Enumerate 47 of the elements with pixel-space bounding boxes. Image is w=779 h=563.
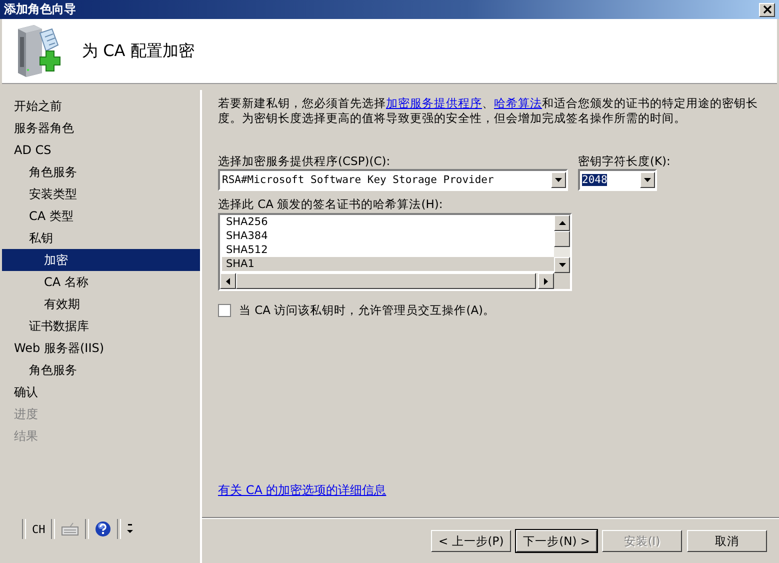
close-icon <box>762 5 772 14</box>
dropdown-arrow-icon <box>644 178 651 182</box>
keyboard-icon[interactable] <box>61 522 80 536</box>
intro-paragraph: 若要新建私钥，您必须首先选择加密服务提供程序、哈希算法和适合您颁发的证书的特定用途的密钥长度。为密钥长度选择更高的值将导致更强的安全性，但会增加完成签名操作所需的时间。 <box>218 96 759 126</box>
close-button[interactable] <box>759 2 775 16</box>
sidebar-item[interactable]: 开始之前 <box>2 95 200 117</box>
checkbox[interactable] <box>218 304 231 317</box>
sidebar-item[interactable]: 安装类型 <box>2 183 200 205</box>
intro-link[interactable]: 加密服务提供程序 <box>386 96 482 110</box>
scroll-left-icon <box>226 278 230 284</box>
wizard-button[interactable]: < 上一步(P) <box>431 530 512 552</box>
csp-dropdown[interactable]: RSA#Microsoft Software Key Storage Provider <box>218 169 568 191</box>
sidebar-item[interactable]: 加密 <box>2 249 200 271</box>
help-icon[interactable] <box>95 521 112 537</box>
vertical-scrollbar[interactable] <box>554 215 570 273</box>
key-length-label: 密钥字符长度(K): <box>578 154 670 169</box>
scroll-up-icon <box>558 221 566 225</box>
checkbox-label: 当 CA 访问该私钥时，允许管理员交互操作(A)。 <box>239 303 496 318</box>
hash-option[interactable]: SHA1 <box>222 257 554 271</box>
key-length-dropdown[interactable]: 2048 <box>578 169 657 191</box>
hash-option[interactable]: SHA256 <box>222 215 554 229</box>
sidebar-item[interactable]: 私钥 <box>2 227 200 249</box>
wizard-button[interactable]: 下一步(N) > <box>516 530 597 552</box>
sidebar-item[interactable]: 证书数据库 <box>2 315 200 337</box>
dropdown-arrow-icon <box>555 178 562 182</box>
sidebar-item[interactable]: CA 类型 <box>2 205 200 227</box>
scroll-down-icon <box>558 263 566 267</box>
more-info-link[interactable]: 有关 CA 的加密选项的详细信息 <box>218 482 763 499</box>
intro-link[interactable]: 哈希算法 <box>494 96 542 110</box>
hash-option[interactable]: SHA384 <box>222 229 554 243</box>
sidebar-item[interactable]: 角色服务 <box>2 359 200 381</box>
window-title: 添加角色向导 <box>4 1 76 18</box>
sidebar-item[interactable]: CA 名称 <box>2 271 200 293</box>
sidebar-item[interactable]: AD CS <box>2 139 200 161</box>
hash-option[interactable]: SHA512 <box>222 243 554 257</box>
sidebar-item[interactable]: 服务器角色 <box>2 117 200 139</box>
sidebar-item[interactable]: Web 服务器(IIS) <box>2 337 200 359</box>
page-title: 为 CA 配置加密 <box>82 40 194 62</box>
hash-label: 选择此 CA 颁发的签名证书的哈希算法(H): <box>218 197 444 212</box>
scroll-right-icon <box>544 278 548 284</box>
options-caret-icon[interactable] <box>127 523 134 535</box>
wizard-button[interactable]: 取消 <box>687 530 767 552</box>
sidebar-item[interactable]: 有效期 <box>2 293 200 315</box>
csp-label: 选择加密服务提供程序(CSP)(C): <box>218 154 392 169</box>
language-indicator[interactable]: CH <box>32 522 46 536</box>
sidebar-item[interactable]: 确认 <box>2 381 200 403</box>
sidebar-item[interactable]: 角色服务 <box>2 161 200 183</box>
